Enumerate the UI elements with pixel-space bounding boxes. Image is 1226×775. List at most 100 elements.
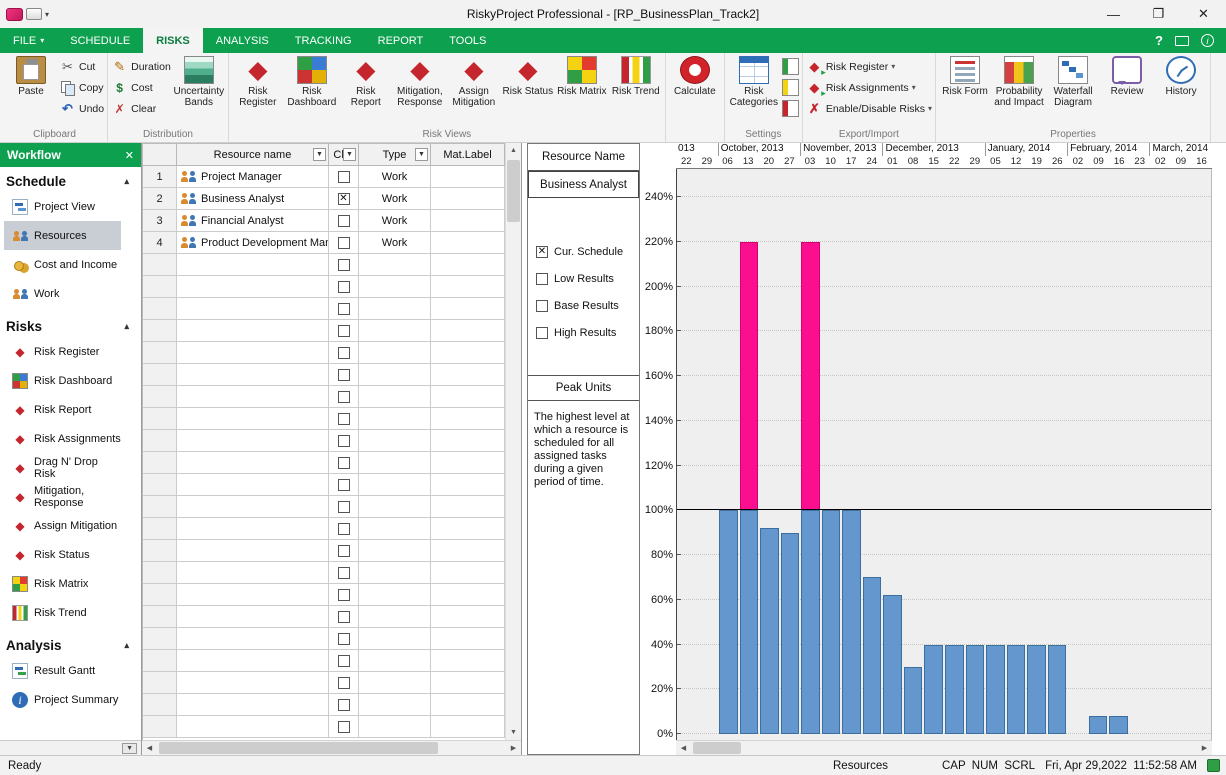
mat-label-cell[interactable] (431, 430, 505, 452)
scroll-left-icon[interactable]: ◀ (676, 741, 691, 755)
sidebar-item-risk-matrix[interactable]: Risk Matrix (4, 569, 121, 598)
filter-dropdown-icon[interactable]: ▼ (343, 148, 356, 161)
sidebar-item-work[interactable]: Work (4, 279, 121, 308)
mat-label-cell[interactable] (431, 650, 505, 672)
type-cell[interactable] (359, 320, 431, 342)
type-cell[interactable] (359, 430, 431, 452)
type-cell[interactable] (359, 452, 431, 474)
app-icon[interactable] (6, 8, 23, 21)
section-header-schedule[interactable]: Schedule▴ (0, 171, 141, 192)
resource-name-cell[interactable] (177, 430, 329, 452)
checkbox[interactable] (536, 246, 548, 258)
risk-report-button[interactable]: Risk Report (340, 54, 392, 108)
workflow-close-icon[interactable]: ✕ (125, 149, 134, 162)
table-vertical-scrollbar[interactable]: ▲ ▼ (505, 143, 521, 740)
resource-name-cell[interactable]: Project Manager (177, 166, 329, 188)
maximize-button[interactable]: ❐ (1136, 0, 1181, 28)
section-header-risks[interactable]: Risks▴ (0, 316, 141, 337)
resource-name-cell[interactable] (177, 606, 329, 628)
chart-checkbox[interactable] (338, 193, 350, 205)
chart-checkbox[interactable] (338, 435, 350, 447)
chart-checkbox[interactable] (338, 281, 350, 293)
chart-checkbox[interactable] (338, 567, 350, 579)
type-cell[interactable] (359, 562, 431, 584)
column-header-type[interactable]: Type▼ (359, 144, 431, 166)
chart-checkbox-cell[interactable] (329, 584, 359, 606)
chart-checkbox-cell[interactable] (329, 452, 359, 474)
resource-name-cell[interactable] (177, 452, 329, 474)
resource-name-cell[interactable] (177, 320, 329, 342)
type-cell[interactable] (359, 650, 431, 672)
result-option-high-results[interactable]: High Results (536, 327, 639, 339)
resource-name-cell[interactable] (177, 562, 329, 584)
resource-name-cell[interactable] (177, 298, 329, 320)
selected-resource[interactable]: Business Analyst (528, 171, 639, 198)
mat-label-cell[interactable] (431, 518, 505, 540)
collapse-icon[interactable]: ▴ (124, 321, 129, 332)
chart-checkbox[interactable] (338, 699, 350, 711)
mat-label-cell[interactable] (431, 474, 505, 496)
type-cell[interactable] (359, 386, 431, 408)
result-option-low-results[interactable]: Low Results (536, 273, 639, 285)
mat-label-cell[interactable] (431, 276, 505, 298)
resource-name-cell[interactable] (177, 496, 329, 518)
sidebar-item-risk-trend[interactable]: Risk Trend (4, 598, 121, 627)
chart-checkbox[interactable] (338, 391, 350, 403)
chart-checkbox-cell[interactable] (329, 320, 359, 342)
sidebar-item-result-gantt[interactable]: Result Gantt (4, 656, 121, 685)
column-header-resource-name[interactable]: Resource name▼ (177, 144, 329, 166)
chart-checkbox[interactable] (338, 259, 350, 271)
risk-form-button[interactable]: Risk Form (939, 54, 991, 97)
mat-label-cell[interactable] (431, 562, 505, 584)
waterfall-diagram-button[interactable]: Waterfall Diagram (1047, 54, 1099, 108)
resource-name-cell[interactable] (177, 408, 329, 430)
type-cell[interactable] (359, 694, 431, 716)
mini-green-button[interactable] (782, 58, 799, 75)
scroll-thumb[interactable] (693, 742, 741, 754)
chart-checkbox[interactable] (338, 413, 350, 425)
tab-analysis[interactable]: ANALYSIS (203, 28, 282, 53)
chart-checkbox[interactable] (338, 215, 350, 227)
type-cell[interactable]: Work (359, 188, 431, 210)
chart-checkbox[interactable] (338, 545, 350, 557)
mat-label-cell[interactable] (431, 408, 505, 430)
chart-checkbox-cell[interactable] (329, 562, 359, 584)
column-header-mat-label[interactable]: Mat.Label (431, 144, 505, 166)
resource-name-cell[interactable] (177, 342, 329, 364)
resource-name-cell[interactable]: Business Analyst (177, 188, 329, 210)
scroll-left-icon[interactable]: ◀ (142, 741, 157, 755)
type-cell[interactable]: Work (359, 210, 431, 232)
type-cell[interactable] (359, 276, 431, 298)
chart-checkbox-cell[interactable] (329, 342, 359, 364)
chart-checkbox-cell[interactable] (329, 298, 359, 320)
chart-checkbox-cell[interactable] (329, 430, 359, 452)
resource-name-cell[interactable] (177, 254, 329, 276)
resource-name-cell[interactable]: Financial Analyst (177, 210, 329, 232)
chart-checkbox[interactable] (338, 589, 350, 601)
monitor-icon[interactable] (1175, 36, 1189, 46)
mat-label-cell[interactable] (431, 672, 505, 694)
chart-checkbox[interactable] (338, 501, 350, 513)
risk-register-button[interactable]: Risk Register▾ (806, 58, 932, 75)
type-cell[interactable] (359, 474, 431, 496)
history-button[interactable]: History (1155, 54, 1207, 97)
resource-name-cell[interactable] (177, 276, 329, 298)
chart-horizontal-scrollbar[interactable]: ◀ ▶ (676, 740, 1212, 755)
quick-access-dropdown-icon[interactable]: ▾ (45, 10, 49, 19)
resource-name-cell[interactable] (177, 672, 329, 694)
type-cell[interactable] (359, 628, 431, 650)
collapse-icon[interactable]: ▴ (124, 640, 129, 651)
type-cell[interactable] (359, 518, 431, 540)
sidebar-item-risk-dashboard[interactable]: Risk Dashboard (4, 366, 121, 395)
chart-checkbox-cell[interactable] (329, 716, 359, 738)
sidebar-item-cost-and-income[interactable]: Cost and Income (4, 250, 121, 279)
sidebar-item-drag-n-drop-risk[interactable]: Drag N' Drop Risk (4, 453, 121, 482)
resource-name-cell[interactable] (177, 386, 329, 408)
sidebar-item-risk-register[interactable]: Risk Register (4, 337, 121, 366)
mat-label-cell[interactable] (431, 540, 505, 562)
sidebar-item-risk-status[interactable]: Risk Status (4, 540, 121, 569)
collapse-icon[interactable]: ▴ (124, 176, 129, 187)
section-header-analysis[interactable]: Analysis▴ (0, 635, 141, 656)
chart-checkbox-cell[interactable] (329, 650, 359, 672)
help-icon[interactable]: ? (1155, 33, 1163, 48)
